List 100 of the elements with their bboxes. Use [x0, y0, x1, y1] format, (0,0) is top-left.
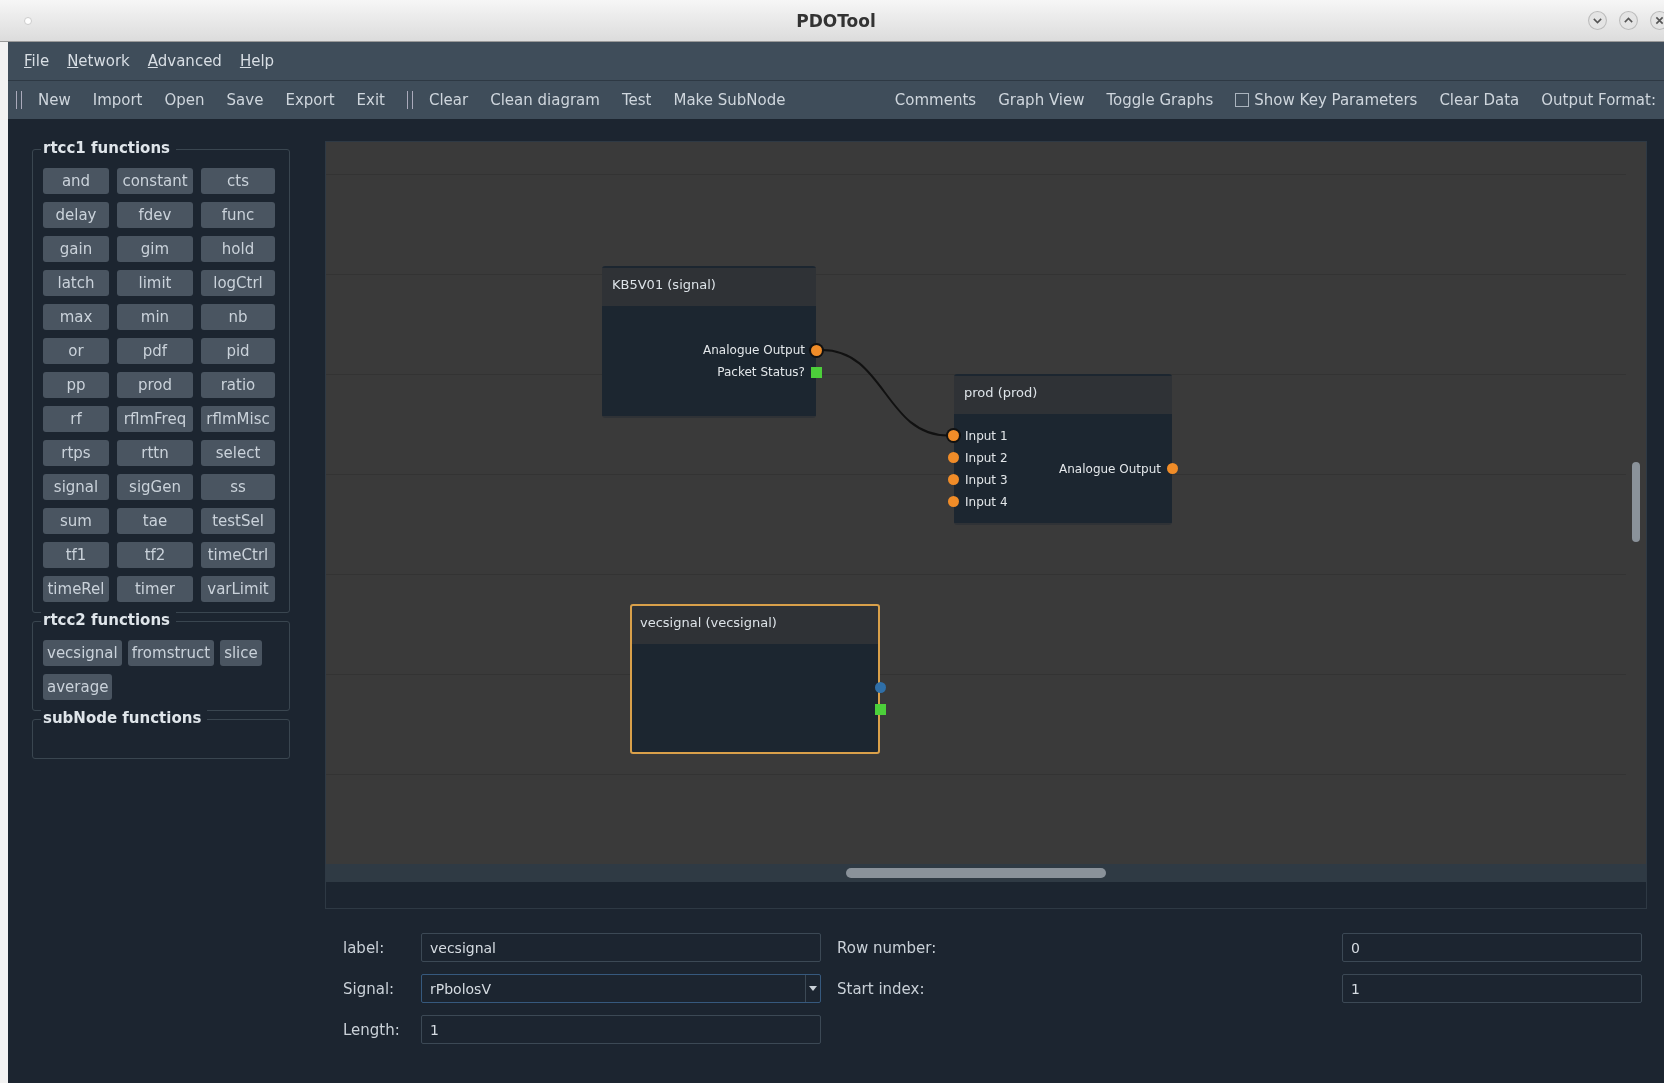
port-label: Packet Status?: [717, 365, 805, 379]
close-icon[interactable]: [1649, 10, 1664, 31]
node-canvas[interactable]: KB5V01 (signal) Analogue Output Packet Status? prod (prod) Input 1 Input 2 Input 3 Input 4 Analogue Output vecsignal (vecsignal): [326, 142, 1626, 864]
menu-item[interactable]: Advanced: [147, 52, 222, 70]
function-button[interactable]: delay: [43, 202, 109, 228]
menu-item[interactable]: File: [24, 52, 50, 70]
function-button[interactable]: select: [201, 440, 275, 466]
function-button[interactable]: rflmMisc: [201, 406, 275, 432]
function-button[interactable]: ss: [201, 474, 275, 500]
node-card[interactable]: [630, 604, 880, 754]
toolbar-button[interactable]: Import: [92, 91, 143, 109]
toolbar-button[interactable]: Make SubNode: [673, 91, 786, 109]
node-title: prod (prod): [964, 385, 1038, 400]
function-button[interactable]: signal: [43, 474, 109, 500]
menu-item[interactable]: Network: [67, 52, 130, 70]
toolbar-button[interactable]: Test: [621, 91, 652, 109]
function-button[interactable]: limit: [117, 270, 193, 296]
function-button[interactable]: timeRel: [43, 576, 109, 602]
port-dot[interactable]: [875, 681, 886, 693]
input-field[interactable]: 1: [1342, 974, 1642, 1003]
function-button[interactable]: rf: [43, 406, 109, 432]
node-title: KB5V01 (signal): [612, 277, 716, 292]
function-button[interactable]: logCtrl: [201, 270, 275, 296]
toolbar-button[interactable]: Exit: [356, 91, 385, 109]
function-button[interactable]: tf1: [43, 542, 109, 568]
function-button[interactable]: sigGen: [117, 474, 193, 500]
port-dot[interactable]: [1167, 463, 1178, 474]
function-button[interactable]: pdf: [117, 338, 193, 364]
toolbar-button[interactable]: Clear: [428, 91, 469, 109]
toolbar-button[interactable]: Clean diagram: [490, 91, 600, 109]
checkbox[interactable]: [1235, 93, 1250, 107]
field-label: Start index:: [837, 979, 925, 998]
function-button[interactable]: pid: [201, 338, 275, 364]
port-label: Input 2: [965, 450, 1008, 465]
function-button[interactable]: gim: [117, 236, 193, 262]
function-button[interactable]: max: [43, 304, 109, 330]
port-dot[interactable]: [811, 344, 822, 356]
vertical-scrollbar[interactable]: [1626, 142, 1646, 864]
field-label: Length:: [343, 1020, 401, 1039]
port-square[interactable]: [875, 703, 886, 715]
port-dot[interactable]: [948, 452, 959, 463]
toolbar-button[interactable]: New: [38, 91, 71, 109]
toolbar-button[interactable]: Graph View: [998, 91, 1085, 109]
function-button[interactable]: nb: [201, 304, 275, 330]
function-button[interactable]: varLimit: [201, 576, 275, 602]
function-button[interactable]: constant: [117, 168, 193, 194]
toolbar-button[interactable]: Save: [226, 91, 264, 109]
function-button[interactable]: prod: [117, 372, 193, 398]
field-label: label:: [343, 938, 386, 957]
window-title: PDOTool: [795, 10, 877, 31]
node-card[interactable]: [954, 374, 1172, 525]
signal-dropdown[interactable]: rPbolosV: [421, 974, 821, 1003]
function-button[interactable]: timeCtrl: [201, 542, 275, 568]
function-button[interactable]: hold: [201, 236, 275, 262]
function-button[interactable]: rflmFreq: [117, 406, 193, 432]
port-label: Input 4: [965, 494, 1008, 509]
function-button[interactable]: fromstruct: [127, 640, 215, 666]
menu-item[interactable]: Help: [239, 52, 275, 70]
port-dot[interactable]: [948, 430, 959, 441]
toolbar-button[interactable]: Open: [164, 91, 205, 109]
port-square[interactable]: [811, 366, 822, 378]
function-button[interactable]: cts: [201, 168, 275, 194]
function-button[interactable]: slice: [220, 640, 262, 666]
function-button[interactable]: gain: [43, 236, 109, 262]
function-button[interactable]: func: [201, 202, 275, 228]
toolbar-button[interactable]: Toggle Graphs: [1106, 91, 1214, 109]
port-dot[interactable]: [948, 496, 959, 507]
function-button[interactable]: or: [43, 338, 109, 364]
function-button[interactable]: average: [43, 674, 113, 700]
input-field[interactable]: 1: [421, 1015, 821, 1044]
function-button[interactable]: min: [117, 304, 193, 330]
toolbar-button[interactable]: Clear Data: [1439, 91, 1520, 109]
function-button[interactable]: sum: [43, 508, 109, 534]
port-dot[interactable]: [948, 474, 959, 485]
function-button[interactable]: ratio: [201, 372, 275, 398]
function-button[interactable]: and: [43, 168, 109, 194]
function-button[interactable]: tae: [117, 508, 193, 534]
input-field[interactable]: 0: [1342, 933, 1642, 962]
toolbar-grip[interactable]: [16, 91, 22, 109]
toolbar-button[interactable]: Output Format:: [1541, 91, 1656, 109]
toolbar-button[interactable]: Comments: [894, 91, 977, 109]
function-button[interactable]: fdev: [117, 202, 193, 228]
window-icon: [24, 16, 32, 25]
function-button[interactable]: timer: [117, 576, 193, 602]
maximize-icon[interactable]: [1618, 10, 1639, 31]
function-button[interactable]: tf2: [117, 542, 193, 568]
port-label: Input 3: [965, 472, 1008, 487]
function-button[interactable]: vecsignal: [43, 640, 122, 666]
minimize-icon[interactable]: [1587, 10, 1608, 31]
toolbar-grip[interactable]: [406, 91, 413, 109]
node-card[interactable]: [602, 266, 816, 418]
horizontal-scrollbar[interactable]: [326, 864, 1646, 882]
checkbox-label[interactable]: Show Key Parameters: [1254, 91, 1418, 109]
function-button[interactable]: testSel: [201, 508, 275, 534]
toolbar-button[interactable]: Export: [285, 91, 335, 109]
input-field[interactable]: vecsignal: [421, 933, 821, 962]
function-button[interactable]: rttn: [117, 440, 193, 466]
function-button[interactable]: latch: [43, 270, 109, 296]
function-button[interactable]: rtps: [43, 440, 109, 466]
function-button[interactable]: pp: [43, 372, 109, 398]
